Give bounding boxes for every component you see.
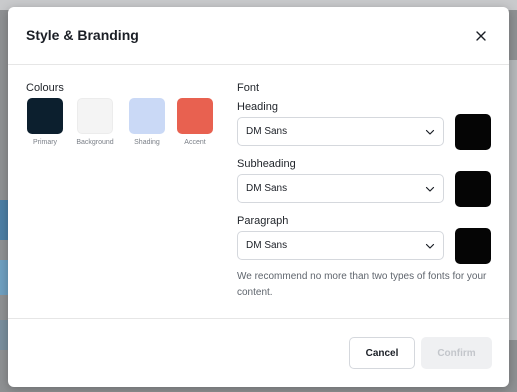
swatch-background: Background — [70, 98, 120, 146]
subheading-label: Subheading — [237, 158, 296, 170]
footer-divider — [8, 318, 509, 319]
close-icon — [476, 31, 486, 41]
select-value: DM Sans — [246, 126, 288, 137]
heading-color-swatch[interactable] — [455, 114, 491, 150]
swatch-accent: Accent — [170, 98, 220, 146]
swatch-primary: Primary — [20, 98, 70, 146]
heading-font-select[interactable]: DM Sans — [237, 117, 444, 146]
select-value: DM Sans — [246, 240, 288, 251]
swatch-label: Shading — [134, 139, 160, 146]
accent-swatch[interactable] — [177, 98, 213, 134]
subheading-color-swatch[interactable] — [455, 171, 491, 207]
swatch-label: Accent — [184, 139, 206, 146]
confirm-button[interactable]: Confirm — [421, 337, 492, 369]
select-value: DM Sans — [246, 183, 288, 194]
heading-label: Heading — [237, 101, 278, 113]
dialog-header: Style & Branding — [8, 7, 509, 65]
swatch-label: Primary — [32, 139, 58, 146]
colours-label: Colours — [26, 82, 64, 94]
chevron-down-icon — [425, 186, 435, 192]
font-label: Font — [237, 82, 260, 94]
swatch-shading: Shading — [122, 98, 172, 146]
primary-swatch[interactable] — [27, 98, 63, 134]
shading-swatch[interactable] — [129, 98, 165, 134]
paragraph-font-select[interactable]: DM Sans — [237, 231, 444, 260]
swatch-label: Background — [76, 139, 114, 146]
paragraph-color-swatch[interactable] — [455, 228, 491, 264]
close-button[interactable] — [470, 25, 492, 47]
background-swatch[interactable] — [77, 98, 113, 134]
background-thumbnail — [0, 200, 8, 240]
subheading-font-select[interactable]: DM Sans — [237, 174, 444, 203]
chevron-down-icon — [425, 243, 435, 249]
cancel-button[interactable]: Cancel — [349, 337, 415, 369]
background-panel — [509, 60, 517, 340]
background-thumbnail — [0, 260, 8, 295]
chevron-down-icon — [425, 129, 435, 135]
paragraph-label: Paragraph — [237, 215, 289, 227]
font-recommendation-hint: We recommend no more than two types of f… — [237, 271, 487, 298]
dialog-title: Style & Branding — [26, 27, 139, 43]
style-branding-dialog: Style & Branding Colours Primary Backgro… — [8, 7, 509, 387]
background-thumbnail — [0, 320, 8, 350]
